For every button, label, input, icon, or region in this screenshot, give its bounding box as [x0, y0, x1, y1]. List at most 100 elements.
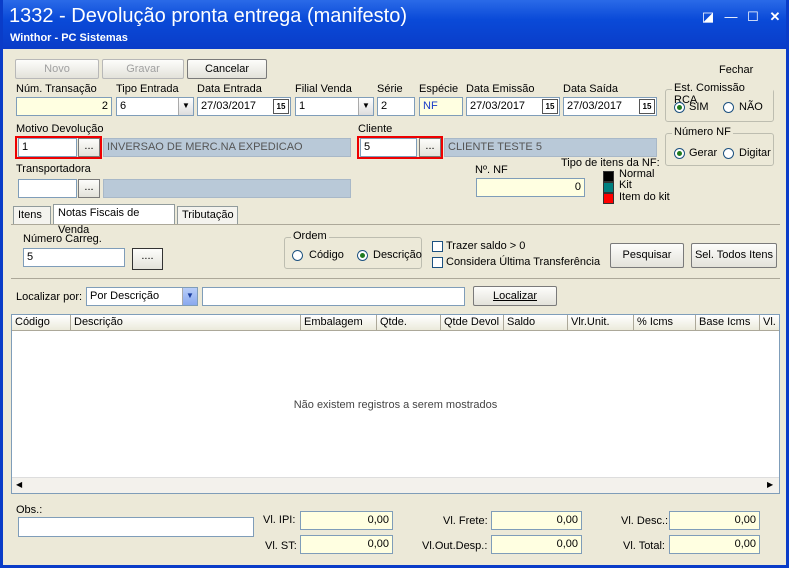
tipo-entrada-select[interactable]: 6 ▼ — [116, 97, 194, 116]
ordem-codigo-label: Código — [309, 249, 344, 261]
localizar-selected: Por Descrição — [90, 290, 160, 302]
localizar-label: Localizar por: — [16, 291, 83, 303]
num-transacao-field[interactable]: 2 — [16, 97, 112, 116]
close-icon[interactable]: ✕ — [766, 9, 784, 25]
col-base-icms[interactable]: Base Icms — [696, 315, 760, 331]
transportadora-desc-field — [103, 179, 351, 198]
vl-st-label: Vl. ST: — [265, 540, 297, 552]
cliente-code-field[interactable]: 5 — [360, 138, 417, 157]
obs-field[interactable] — [18, 517, 254, 537]
data-emissao-value: 27/03/2017 — [470, 100, 526, 112]
data-emissao-field[interactable]: 27/03/2017 15 — [466, 97, 560, 116]
pesquisar-button[interactable]: Pesquisar — [610, 243, 684, 268]
maximize-icon[interactable]: ☐ — [744, 9, 762, 25]
nf-digitar-radio[interactable] — [723, 148, 734, 159]
calendar-icon[interactable]: 15 — [542, 99, 558, 114]
col-qtde[interactable]: Qtde. — [377, 315, 441, 331]
divider — [11, 278, 780, 279]
motivo-search-button[interactable]: ... — [78, 138, 100, 157]
cliente-label: Cliente — [358, 123, 393, 135]
gravar-button[interactable]: Gravar — [102, 59, 184, 79]
data-saida-field[interactable]: 27/03/2017 15 — [563, 97, 657, 116]
chevron-down-icon[interactable]: ▼ — [358, 98, 373, 115]
horizontal-scrollbar[interactable]: ◀ ▶ — [12, 477, 779, 493]
carreg-search-button[interactable]: .... — [132, 248, 163, 270]
vl-outdesp-field[interactable]: 0,00 — [491, 535, 582, 554]
comissao-nao-label: NÃO — [739, 101, 763, 113]
chevron-down-icon[interactable]: ▼ — [182, 288, 197, 305]
fechar-button[interactable]: Fechar — [719, 64, 753, 76]
vl-desc-field[interactable]: 0,00 — [669, 511, 760, 530]
edit-window-icon[interactable]: ◪ — [699, 9, 717, 25]
cancelar-button[interactable]: Cancelar — [187, 59, 267, 79]
data-entrada-field[interactable]: 27/03/2017 15 — [197, 97, 291, 116]
vl-desc-label: Vl. Desc.: — [621, 515, 669, 527]
carreg-field[interactable]: 5 — [23, 248, 125, 267]
nf-field[interactable]: 0 — [476, 178, 585, 197]
vl-frete-label: Vl. Frete: — [443, 515, 488, 527]
col-vlr-unit[interactable]: Vlr.Unit. — [568, 315, 634, 331]
col-qtde-devol[interactable]: Qtde Devol — [441, 315, 504, 331]
col-icms[interactable]: % Icms — [634, 315, 696, 331]
obs-label: Obs.: — [16, 504, 43, 516]
title-bar: 1332 - Devolução pronta entrega (manifes… — [3, 0, 786, 49]
nf-gerar-radio[interactable] — [674, 148, 685, 159]
vl-st-field[interactable]: 0,00 — [300, 535, 393, 554]
considera-ultima-checkbox[interactable] — [432, 257, 443, 268]
col-embalagem[interactable]: Embalagem — [301, 315, 377, 331]
sel-todos-button[interactable]: Sel. Todos Itens — [691, 243, 777, 268]
col-descricao[interactable]: Descrição — [71, 315, 301, 331]
tab-divider — [11, 224, 780, 225]
ordem-codigo-radio[interactable] — [292, 250, 303, 261]
data-emissao-label: Data Emissão — [466, 83, 535, 95]
num-transacao-label: Núm. Transação — [16, 83, 97, 95]
filial-venda-label: Filial Venda — [295, 83, 352, 95]
tab-notas-fiscais[interactable]: Notas Fiscais de Venda — [53, 204, 175, 236]
normal-swatch — [603, 171, 614, 182]
nf-digitar-label: Digitar — [739, 147, 771, 159]
numero-nf-title: Número NF — [672, 126, 733, 138]
scroll-left-icon[interactable]: ◀ — [16, 480, 22, 489]
window-subtitle: Winthor - PC Sistemas — [10, 32, 128, 44]
transportadora-search-button[interactable]: ... — [78, 179, 100, 198]
especie-label: Espécie — [419, 83, 459, 95]
tab-tributacao[interactable]: Tributação — [177, 206, 238, 224]
calendar-icon[interactable]: 15 — [639, 99, 655, 114]
localizar-select[interactable]: Por Descrição ▼ — [86, 287, 198, 306]
vl-ipi-field[interactable]: 0,00 — [300, 511, 393, 530]
app-window: 1332 - Devolução pronta entrega (manifes… — [0, 0, 789, 568]
tab-itens[interactable]: Itens — [13, 206, 51, 224]
nf-gerar-label: Gerar — [689, 147, 718, 159]
transportadora-label: Transportadora — [16, 163, 91, 175]
tipo-entrada-label: Tipo Entrada — [116, 83, 179, 95]
trazer-saldo-checkbox[interactable] — [432, 241, 443, 252]
comissao-nao-radio[interactable] — [723, 102, 734, 113]
localizar-input[interactable] — [202, 287, 465, 306]
motivo-code-field[interactable]: 1 — [18, 138, 77, 157]
filial-venda-select[interactable]: 1 ▼ — [295, 97, 374, 116]
localizar-button[interactable]: Localizar — [473, 286, 557, 306]
carreg-label: Número Carreg. — [23, 233, 102, 245]
novo-button[interactable]: Novo — [15, 59, 99, 79]
comissao-group: Est. Comissão RCA SIM NÃO — [665, 82, 774, 122]
transportadora-code-field[interactable] — [18, 179, 77, 198]
trazer-saldo-label: Trazer saldo > 0 — [446, 240, 526, 252]
chevron-down-icon[interactable]: ▼ — [178, 98, 193, 115]
serie-field[interactable]: 2 — [377, 97, 415, 116]
vl-total-field[interactable]: 0,00 — [669, 535, 760, 554]
items-grid[interactable]: Código Descrição Embalagem Qtde. Qtde De… — [11, 314, 780, 494]
vl-frete-field[interactable]: 0,00 — [491, 511, 582, 530]
empty-message: Não existem registros a serem mostrados — [293, 399, 498, 411]
scroll-right-icon[interactable]: ▶ — [767, 480, 773, 489]
serie-label: Série — [377, 83, 403, 95]
ordem-descricao-radio[interactable] — [357, 250, 368, 261]
tipo-entrada-value: 6 — [120, 100, 127, 112]
cliente-search-button[interactable]: ... — [419, 138, 441, 157]
col-codigo[interactable]: Código — [12, 315, 71, 331]
comissao-sim-radio[interactable] — [674, 102, 685, 113]
col-saldo[interactable]: Saldo — [504, 315, 568, 331]
col-vl[interactable]: Vl. — [760, 315, 779, 331]
minimize-icon[interactable]: — — [722, 9, 740, 25]
calendar-icon[interactable]: 15 — [273, 99, 289, 114]
especie-field[interactable]: NF — [419, 97, 463, 116]
